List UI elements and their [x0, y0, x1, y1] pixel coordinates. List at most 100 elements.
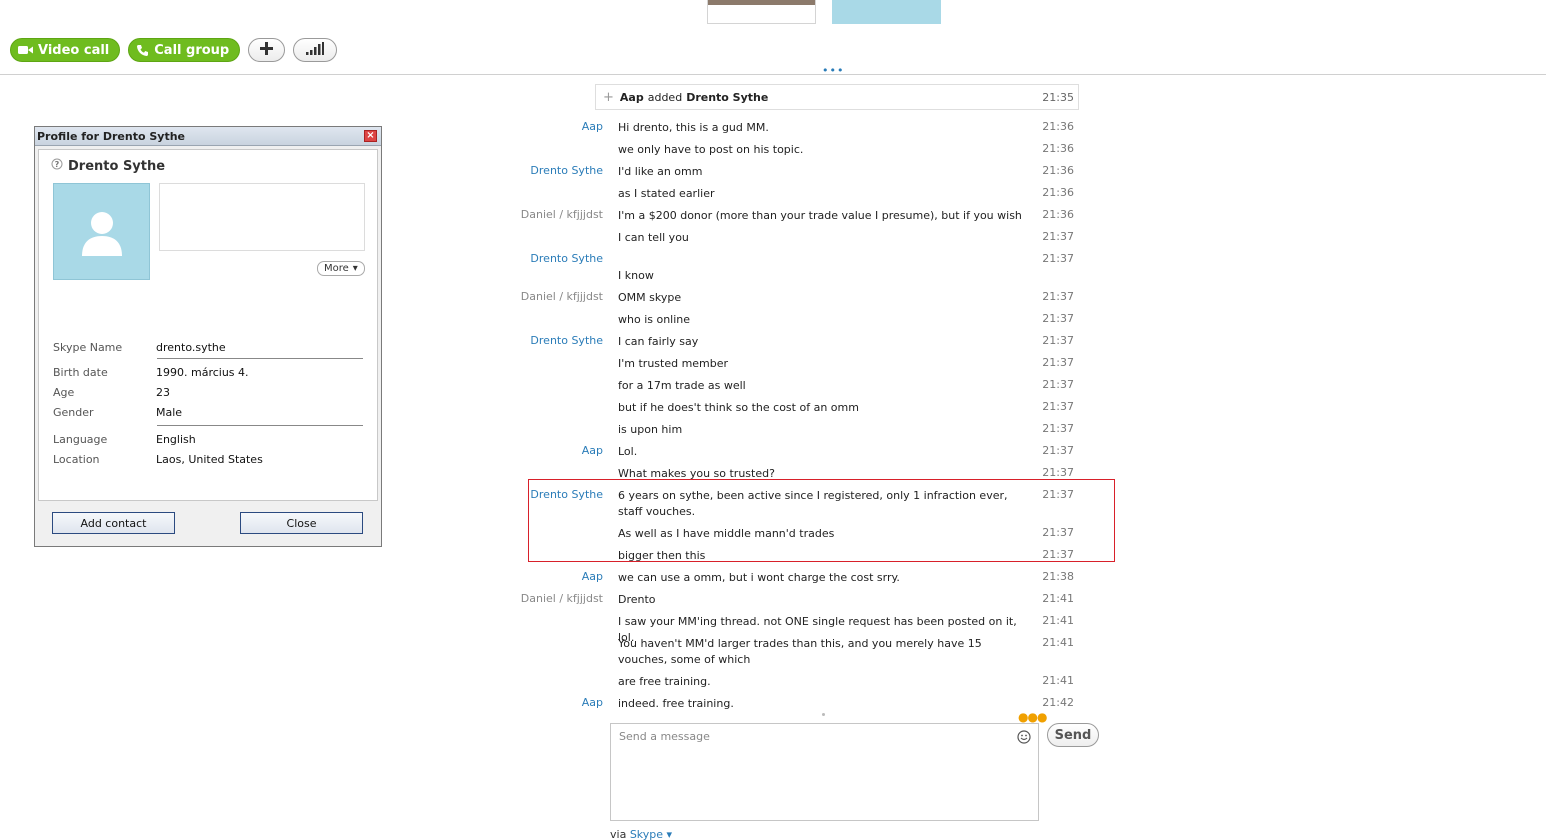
via-prefix: via	[610, 828, 627, 840]
call-group-button[interactable]: Call group	[128, 38, 241, 62]
field-value: Male	[156, 406, 183, 419]
profile-name-label: Drento Sythe	[68, 158, 166, 174]
message-time: 21:36	[1042, 120, 1074, 133]
message-time: 21:37	[1042, 466, 1074, 479]
close-icon[interactable]: ×	[364, 130, 377, 142]
field-key: Language	[53, 433, 108, 446]
message-sender[interactable]: Drento Sythe	[530, 252, 603, 265]
message-text: I can tell you	[618, 231, 689, 244]
send-button[interactable]: Send	[1047, 723, 1099, 747]
video-call-button[interactable]: Video call	[10, 38, 121, 62]
call-quality-button[interactable]	[293, 38, 338, 62]
dialog-titlebar: Profile for Drento Sythe ×	[35, 127, 381, 146]
signal-bars-icon	[306, 42, 325, 58]
close-button[interactable]: Close	[240, 512, 363, 534]
chevron-down-icon[interactable]: ▾	[667, 828, 673, 840]
more-button[interactable]: More ▾	[317, 261, 365, 276]
message-sender[interactable]: Aap	[582, 570, 603, 583]
message-time: 21:41	[1042, 674, 1074, 687]
message-time: 21:37	[1042, 290, 1074, 303]
field-value: 23	[156, 386, 170, 399]
system-target: Drento Sythe	[686, 90, 769, 104]
message-text: as I stated earlier	[618, 187, 715, 200]
message-time: 21:38	[1042, 570, 1074, 583]
avatar	[53, 183, 150, 280]
message-text: Drento	[618, 593, 656, 606]
message-sender[interactable]: Daniel / kfjjjdst	[521, 592, 603, 605]
separator	[157, 358, 363, 359]
message-sender[interactable]: Daniel / kfjjjdst	[521, 208, 603, 221]
message-time: 21:42	[1042, 696, 1074, 709]
message-input[interactable]: Send a message	[610, 723, 1039, 821]
message-text: I'd like an omm	[618, 165, 703, 178]
add-button[interactable]	[248, 38, 286, 62]
message-text: for a 17m trade as well	[618, 379, 746, 392]
message-sender[interactable]: Drento Sythe	[530, 164, 603, 177]
video-call-label: Video call	[38, 42, 110, 58]
message-text: Lol.	[618, 445, 638, 458]
message-time: 21:36	[1042, 186, 1074, 199]
message-time: 21:37	[1042, 378, 1074, 391]
message-text: I can fairly say	[618, 335, 699, 348]
highlight-box	[528, 479, 1115, 562]
profile-body: ? Drento Sythe More ▾ Skype Name drento.…	[38, 149, 378, 501]
via-app-link[interactable]: Skype	[630, 828, 663, 840]
profile-row-gender: Gender Male	[53, 406, 363, 419]
message-sender[interactable]: Aap	[582, 120, 603, 133]
message-time: 21:37	[1042, 252, 1074, 265]
profile-row-location: Location Laos, United States	[53, 453, 363, 466]
message-time: 21:37	[1042, 230, 1074, 243]
via-line: via Skype ▾	[610, 828, 672, 840]
message-time: 21:37	[1042, 444, 1074, 457]
field-value: Laos, United States	[156, 453, 263, 466]
plus-icon	[260, 42, 274, 58]
system-actor: Aap	[619, 90, 644, 104]
field-key: Age	[53, 386, 75, 399]
message-sender[interactable]: Aap	[582, 696, 603, 709]
message-time: 21:36	[1042, 164, 1074, 177]
message-time: 21:37	[1042, 312, 1074, 325]
participant-avatar[interactable]	[832, 0, 941, 24]
add-contact-button[interactable]: Add contact	[52, 512, 175, 534]
message-text: I know	[618, 269, 654, 282]
more-label: More	[324, 263, 349, 274]
message-text: is upon him	[618, 423, 683, 436]
divider	[0, 74, 1546, 75]
typing-indicator-icon: ●●●	[1018, 710, 1047, 724]
call-group-label: Call group	[154, 42, 230, 58]
field-key: Location	[53, 453, 100, 466]
call-toolbar: Video call Call group	[10, 38, 338, 62]
participant-avatar[interactable]	[707, 0, 816, 24]
message-sender[interactable]: Aap	[582, 444, 603, 457]
message-text: I'm trusted member	[618, 357, 729, 370]
svg-text:?: ?	[55, 160, 60, 169]
dialog-title: Profile for Drento Sythe	[37, 130, 185, 143]
message-time: 21:35	[1042, 90, 1074, 104]
field-value: English	[156, 433, 196, 446]
resize-handle[interactable]	[822, 713, 825, 716]
chevron-down-icon: ▾	[352, 263, 358, 274]
message-text: we can use a omm, but i wont charge the …	[618, 571, 900, 584]
system-message: + Aap added Drento Sythe 21:35	[595, 84, 1079, 110]
video-camera-icon	[18, 45, 33, 55]
profile-row-language: Language English	[53, 433, 363, 446]
message-time: 21:36	[1042, 208, 1074, 221]
dialog-footer: Add contact Close	[38, 501, 378, 543]
message-sender[interactable]: Daniel / kfjjjdst	[521, 290, 603, 303]
message-text: are free training.	[618, 675, 711, 688]
message-time: 21:41	[1042, 592, 1074, 605]
profile-dialog: Profile for Drento Sythe × ? Drento Syth…	[34, 126, 382, 547]
message-text: but if he does't think so the cost of an…	[618, 401, 859, 414]
profile-row-age: Age 23	[53, 386, 363, 399]
profile-row-birth-date: Birth date 1990. március 4.	[53, 366, 363, 379]
message-text: we only have to post on his topic.	[618, 143, 804, 156]
message-time: 21:41	[1042, 636, 1074, 649]
emoticon-icon[interactable]	[1017, 730, 1031, 747]
expand-dots-icon[interactable]: •••	[822, 64, 844, 77]
message-sender[interactable]: Drento Sythe	[530, 334, 603, 347]
field-key: Skype Name	[53, 341, 123, 354]
plus-icon: +	[603, 89, 614, 105]
message-time: 21:36	[1042, 142, 1074, 155]
profile-row-skype-name: Skype Name drento.sythe	[53, 341, 363, 354]
message-time: 21:37	[1042, 400, 1074, 413]
